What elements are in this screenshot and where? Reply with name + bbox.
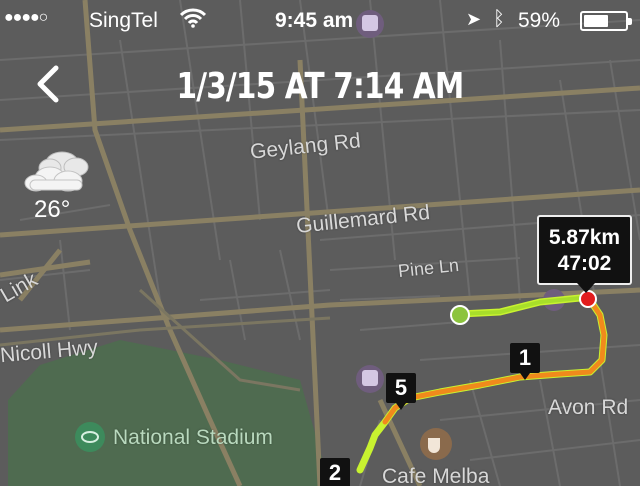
location-arrow-icon: ➤	[466, 9, 482, 29]
run-map-screen: Geylang Rd Guillemard Rd Pine Ln Link Ni…	[0, 0, 640, 486]
km-marker[interactable]: 5	[386, 373, 416, 410]
page-title: 1/3/15 AT 7:14 AM	[176, 66, 465, 107]
battery-percent: 59%	[518, 9, 561, 32]
clock: 9:45 am	[275, 9, 354, 32]
signal-strength: ●●●●○	[4, 9, 48, 26]
poi-label: Cafe Melba	[382, 465, 490, 486]
metro-icon	[356, 365, 384, 393]
run-distance: 5.87km	[548, 226, 621, 249]
weather-widget: 26°	[14, 148, 104, 223]
km-marker[interactable]: 1	[510, 343, 540, 380]
bluetooth-icon: ᛒ	[493, 8, 505, 30]
wifi-icon	[179, 8, 207, 34]
carrier-name: SingTel	[89, 9, 158, 32]
temperature: 26°	[34, 196, 71, 223]
coffee-icon	[420, 428, 452, 460]
cloud-icon	[24, 151, 89, 192]
route-start-dot	[450, 305, 470, 325]
battery-level	[584, 15, 608, 27]
street-label: Avon Rd	[548, 396, 629, 419]
stadium-icon	[75, 422, 105, 452]
km-marker[interactable]: 2	[320, 458, 350, 486]
run-duration: 47:02	[557, 252, 612, 275]
route-end-dot	[579, 290, 597, 308]
poi-label: National Stadium	[113, 426, 273, 449]
run-summary-callout[interactable]: 5.87km 47:02	[537, 215, 632, 293]
battery-icon	[580, 11, 632, 31]
status-bar: ●●●●○ SingTel 9:45 am ➤ ᛒ 59%	[0, 0, 640, 40]
